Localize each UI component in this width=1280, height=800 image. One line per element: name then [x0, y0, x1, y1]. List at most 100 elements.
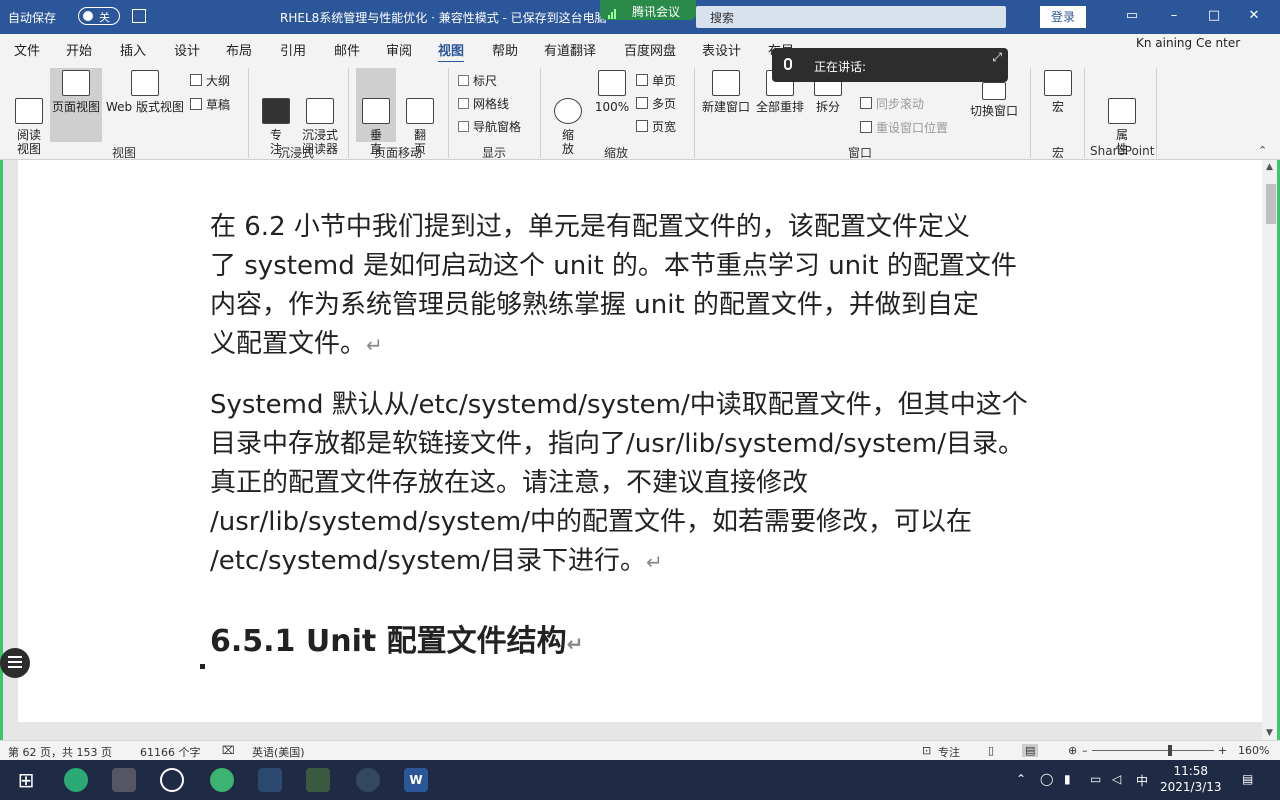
section-heading: 6.5.1 Unit 配置文件结构↵ — [210, 624, 584, 659]
expand-icon[interactable]: ⤢ — [992, 50, 1002, 65]
tab-review[interactable]: 审阅 — [386, 40, 412, 59]
book-icon — [15, 98, 43, 124]
focus-mode-icon[interactable]: ⊡ — [922, 744, 931, 757]
divider — [348, 68, 349, 158]
store-icon[interactable] — [112, 768, 136, 792]
new-window-icon — [712, 70, 740, 96]
group-label-views: 视图 — [112, 146, 137, 160]
tab-youdao[interactable]: 有道翻译 — [544, 40, 596, 59]
show-hidden-icons-icon[interactable]: ⌃ — [1016, 772, 1026, 786]
page-icon — [62, 70, 90, 96]
macros-button[interactable]: 宏 — [1040, 70, 1076, 114]
vertical-button[interactable]: 垂 直 — [356, 68, 396, 156]
one-page-icon — [636, 74, 648, 86]
meeting-menu-icon[interactable] — [0, 648, 30, 678]
zoom-button[interactable]: 缩 放 — [550, 70, 586, 170]
ime-indicator[interactable]: 中 — [1136, 772, 1148, 789]
zoom-out-icon[interactable]: – — [1082, 744, 1088, 757]
tencent-meeting-icon[interactable] — [356, 768, 380, 792]
nav-pane-checkbox[interactable]: 导航窗格 — [458, 118, 521, 135]
read-mode-button[interactable]: 阅读 视图 — [10, 70, 48, 170]
word-app-icon[interactable]: W — [404, 768, 428, 792]
one-page-button[interactable]: 单页 — [636, 72, 676, 89]
web-layout-button[interactable]: Web 版式视图 — [104, 70, 186, 114]
new-window-button[interactable]: 新建窗口 — [700, 70, 752, 114]
tab-insert[interactable]: 插入 — [120, 40, 146, 59]
zoom-slider[interactable] — [1092, 750, 1214, 751]
draft-icon — [190, 98, 202, 110]
volume-icon[interactable]: ◁ — [1112, 772, 1121, 786]
microphone-tray-icon[interactable]: ▮ — [1064, 772, 1071, 786]
tab-design[interactable]: 设计 — [174, 40, 200, 59]
paragraph-line: 真正的配置文件存放在这。请注意，不建议直接修改 — [210, 468, 809, 498]
tab-view[interactable]: 视图 — [438, 40, 465, 64]
page-count[interactable]: 第 62 页，共 153 页 — [8, 744, 112, 760]
tab-table-design[interactable]: 表设计 — [702, 40, 741, 59]
zoom-slider-knob[interactable] — [1168, 745, 1172, 756]
scroll-thumb[interactable] — [1266, 184, 1276, 224]
ribbon-display-icon[interactable]: ▭ — [1124, 8, 1140, 24]
edge-browser-icon[interactable] — [64, 768, 88, 792]
windows-start-icon[interactable]: ⊞ — [14, 768, 38, 792]
chart-app-icon[interactable] — [258, 768, 282, 792]
login-button[interactable]: 登录 — [1040, 6, 1086, 28]
screen-capture-icon[interactable] — [306, 768, 330, 792]
tab-help[interactable]: 帮助 — [492, 40, 518, 59]
zoom-in-icon[interactable]: + — [1218, 744, 1227, 757]
search-input[interactable]: 搜索 — [696, 6, 1006, 28]
tab-layout[interactable]: 布局 — [226, 40, 252, 59]
globe-icon — [131, 70, 159, 96]
taskbar: ⊞ W ⌃ ◯ ▮ ▭ ◁ 中 11:58 2021/3/13 ▤ — [0, 760, 1280, 800]
language-indicator[interactable]: 英语(美国) — [252, 744, 305, 760]
maximize-icon[interactable]: □ — [1206, 8, 1222, 24]
meeting-indicator[interactable]: 腾讯会议 — [600, 0, 696, 20]
group-label-immersive: 沉浸式 — [278, 146, 315, 160]
autosave-toggle[interactable]: 关 — [78, 7, 120, 25]
print-layout-button[interactable]: 页面视图 — [50, 68, 102, 142]
draft-button[interactable]: 草稿 — [190, 96, 230, 113]
tab-home[interactable]: 开始 — [66, 40, 92, 59]
paragraph-mark: ↵ — [646, 550, 663, 574]
sync-scroll-button[interactable]: 同步滚动 — [860, 95, 924, 112]
web-layout-icon[interactable]: ⊕ — [1068, 744, 1077, 757]
ime-options-icon[interactable]: ▭ — [1090, 772, 1101, 786]
divider — [1084, 68, 1085, 158]
ruler-checkbox[interactable]: 标尺 — [458, 72, 497, 89]
zoom-100-button[interactable]: 100% — [592, 70, 632, 114]
tab-references[interactable]: 引用 — [280, 40, 306, 59]
page-width-button[interactable]: 页宽 — [636, 118, 676, 135]
paragraph-line: Systemd 默认从/etc/systemd/system/中读取配置文件，但… — [210, 390, 1028, 420]
cortana-icon[interactable] — [160, 768, 184, 792]
word-count[interactable]: 61166 个字 — [140, 744, 201, 760]
collapse-ribbon-icon[interactable]: ⌃ — [1258, 144, 1267, 157]
tab-mailings[interactable]: 邮件 — [334, 40, 360, 59]
reset-position-button[interactable]: 重设窗口位置 — [860, 119, 948, 136]
tab-file[interactable]: 文件 — [14, 40, 40, 59]
save-icon[interactable] — [132, 9, 146, 23]
app-icon[interactable] — [210, 768, 234, 792]
gridlines-checkbox[interactable]: 网格线 — [458, 95, 509, 112]
notification-icon[interactable]: ▤ — [1242, 772, 1253, 786]
close-icon[interactable]: ✕ — [1246, 8, 1262, 24]
scroll-down-icon[interactable]: ▼ — [1266, 728, 1276, 738]
proofing-icon[interactable]: ⌧ — [222, 744, 235, 757]
group-label-macros: 宏 — [1052, 146, 1065, 160]
print-layout-icon[interactable]: ▤ — [1022, 744, 1039, 757]
zoom-level[interactable]: 160% — [1238, 744, 1269, 757]
outline-button[interactable]: 大纲 — [190, 72, 230, 89]
toggle-knob — [83, 11, 93, 21]
paragraph-line: 在 6.2 小节中我们提到过，单元是有配置文件的，该配置文件定义 — [210, 212, 970, 242]
minimize-icon[interactable]: – — [1166, 8, 1182, 24]
scroll-up-icon[interactable]: ▲ — [1266, 162, 1276, 172]
switch-window-button[interactable]: 切换窗口 — [966, 82, 1022, 118]
read-mode-icon[interactable]: ▯ — [988, 744, 994, 757]
network-icon[interactable]: ◯ — [1040, 772, 1053, 786]
paragraph-line-end: 义配置文件。↵ — [210, 329, 383, 359]
multi-page-button[interactable]: 多页 — [636, 95, 676, 112]
divider — [1030, 68, 1031, 158]
search-placeholder: 搜索 — [710, 11, 735, 25]
paragraph-line: 目录中存放都是软链接文件，指向了/usr/lib/systemd/system/… — [210, 429, 1024, 459]
focus-mode-label[interactable]: 专注 — [938, 744, 960, 760]
taskbar-clock[interactable]: 11:58 2021/3/13 — [1160, 763, 1222, 795]
tab-baidu[interactable]: 百度网盘 — [624, 40, 676, 59]
